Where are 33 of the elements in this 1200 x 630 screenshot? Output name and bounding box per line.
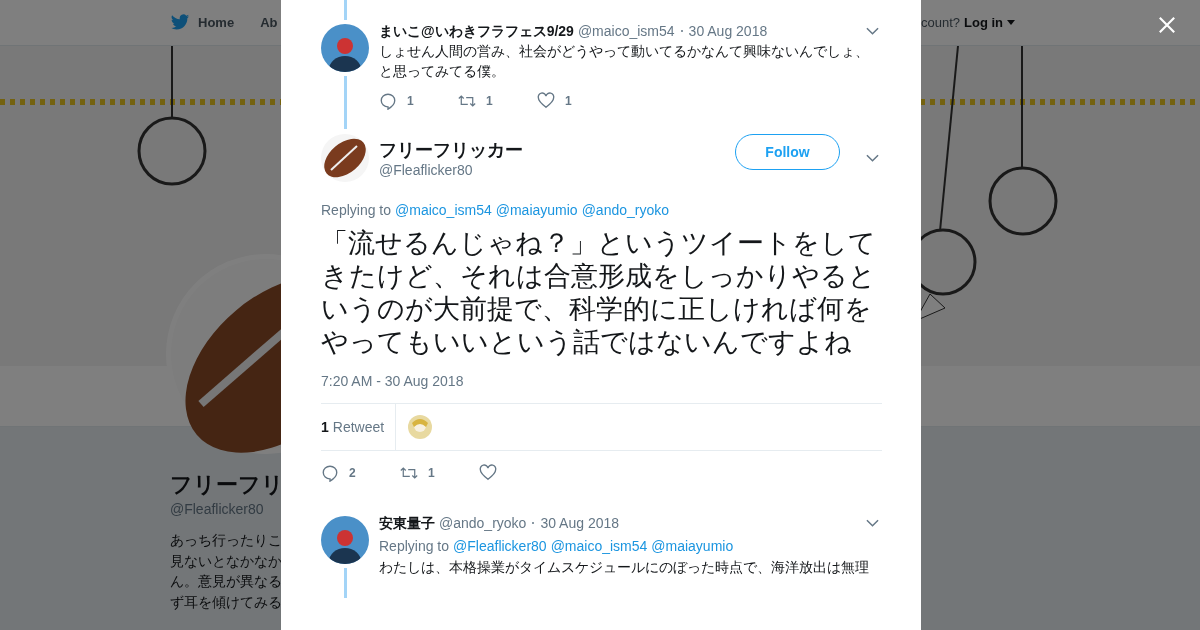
retweet-icon[interactable] [400, 464, 418, 482]
nav-link[interactable]: Ab [260, 15, 278, 30]
tweet-timestamp: 7:20 AM - 30 Aug 2018 [321, 372, 465, 391]
reply-icon[interactable] [321, 464, 339, 482]
retweet-count: 1 [428, 466, 435, 480]
mention-link[interactable]: @maico_ism54 [550, 536, 648, 556]
heart-icon[interactable] [479, 464, 497, 482]
mention-link[interactable]: @maiayumio [651, 536, 734, 556]
login-link[interactable]: Log in [964, 15, 1003, 30]
author-name[interactable]: 安東量子 [379, 514, 435, 532]
close-icon[interactable] [1158, 16, 1176, 34]
retweet-stat[interactable]: 1 Retweet [321, 404, 397, 450]
bio-line: ん。意見が異なる [170, 573, 282, 591]
mention-link[interactable]: @Fleaflicker80 [453, 536, 547, 556]
tweet-date[interactable]: 30 Aug 2018 [688, 22, 768, 40]
account-prompt: count? [920, 15, 960, 30]
profile-handle: @Fleaflicker80 [170, 500, 264, 519]
bio-line: 見ないとなかなか [170, 552, 282, 571]
author-handle[interactable]: @maico_ism54 [577, 22, 675, 40]
author-name[interactable]: まいこ@いわきフラフェス9/29 [379, 22, 574, 40]
tweet-date[interactable]: 30 Aug 2018 [540, 514, 620, 532]
tweet-text: わたしは、本格操業がタイムスケジュールにのぼった時点で、海洋放出は無理 [379, 558, 870, 577]
chevron-icon[interactable] [866, 27, 879, 35]
profile-name: フリーフリ [170, 471, 284, 499]
replying-label: Replying to [379, 537, 450, 556]
bio-line: ず耳を傾けてみる [170, 593, 282, 612]
chevron-icon[interactable] [866, 519, 879, 527]
bird-icon [170, 14, 190, 31]
caret-icon [1007, 20, 1015, 25]
bio-line: あっち行ったりこ [170, 532, 282, 550]
nav-link[interactable]: Home [198, 15, 235, 30]
author-handle[interactable]: @ando_ryoko [439, 514, 527, 532]
reply-count: 2 [349, 466, 356, 480]
